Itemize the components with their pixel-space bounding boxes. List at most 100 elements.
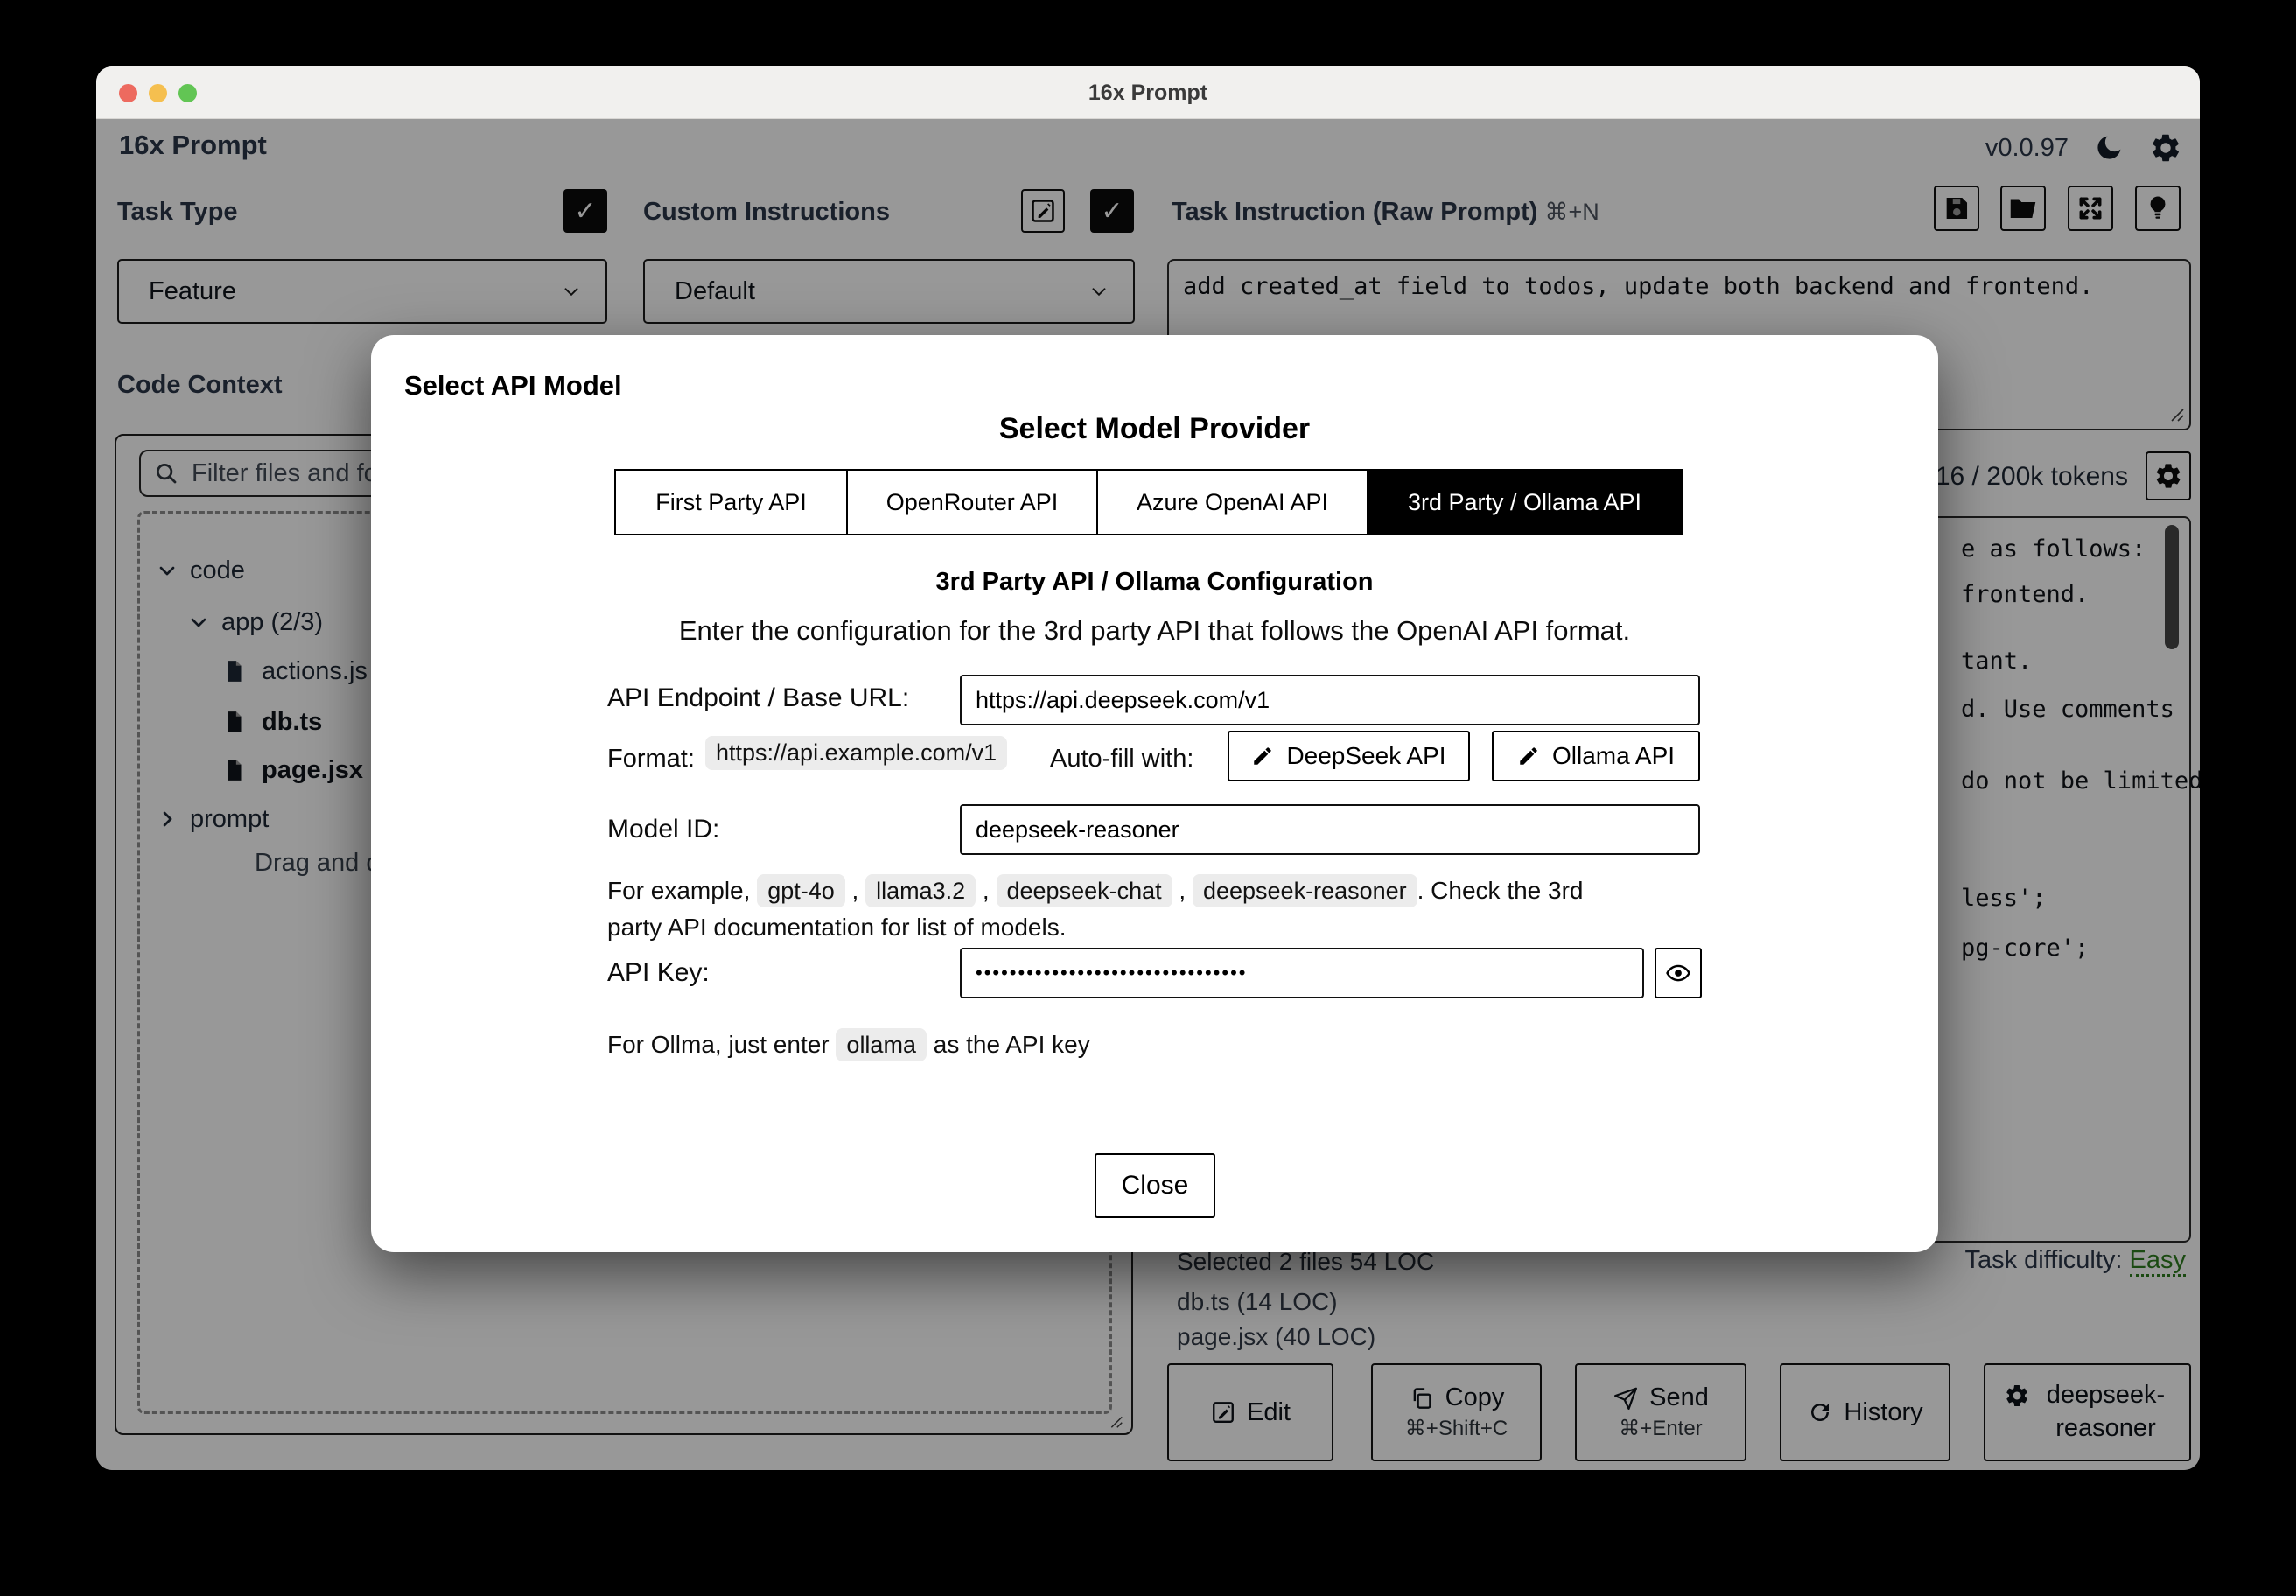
task-instruction-label-text: Task Instruction (Raw Prompt) (1172, 198, 1538, 226)
chevron-right-icon (155, 807, 179, 831)
chevron-down-icon (1088, 280, 1110, 303)
api-key-input[interactable] (960, 948, 1644, 998)
titlebar: 16x Prompt (96, 66, 2200, 119)
autofill-deepseek-label: DeepSeek API (1286, 742, 1446, 769)
preview-line: less'; (1961, 885, 2047, 912)
tree-item-code[interactable]: code (155, 551, 245, 590)
task-instruction-shortcut: ⌘+N (1544, 199, 1600, 225)
autofill-deepseek-button[interactable]: DeepSeek API (1228, 731, 1470, 781)
history-button-label: History (1844, 1397, 1923, 1426)
selection-summary: Selected 2 files 54 LOC db.ts (14 LOC) p… (1177, 1248, 1434, 1351)
custom-instructions-value: Default (675, 276, 755, 305)
tree-item-label: prompt (190, 804, 270, 833)
idea-icon (2143, 193, 2173, 223)
tab-openrouter-api[interactable]: OpenRouter API (848, 471, 1098, 534)
tree-item-page-jsx[interactable]: page.jsx (221, 751, 363, 789)
history-button[interactable]: History (1780, 1363, 1950, 1461)
preview-line: pg-core'; (1961, 934, 2090, 962)
model-example-chip: gpt-4o (757, 874, 845, 907)
custom-instructions-checkbox[interactable]: ✓ (1090, 189, 1134, 233)
edit-icon (1210, 1399, 1236, 1425)
key-hint-prefix: For Ollma, just enter (607, 1031, 830, 1058)
model-example-chip: deepseek-chat (996, 874, 1172, 907)
task-difficulty-value[interactable]: Easy (2129, 1246, 2186, 1277)
check-icon: ✓ (1101, 196, 1124, 226)
window-title: 16x Prompt (1088, 80, 1208, 105)
autofill-ollama-button[interactable]: Ollama API (1492, 731, 1700, 781)
edit-button[interactable]: Edit (1167, 1363, 1334, 1461)
gear-icon (2004, 1382, 2030, 1409)
tree-item-actions-js[interactable]: actions.js (221, 652, 368, 690)
preview-line: frontend. (1961, 581, 2090, 608)
autofill-label: Auto-fill with: (1050, 745, 1194, 773)
search-icon (153, 460, 179, 486)
app-title: 16x Prompt (119, 130, 267, 160)
task-type-select[interactable]: Feature (117, 259, 607, 324)
check-icon: ✓ (574, 196, 597, 226)
config-description: Enter the configuration for the 3rd part… (678, 615, 1631, 646)
format-label: Format: (607, 745, 695, 773)
resize-handle-icon[interactable] (1105, 1410, 1124, 1430)
task-difficulty: Task difficulty: Easy (1964, 1246, 2186, 1277)
toggle-api-key-visibility-button[interactable] (1655, 948, 1702, 998)
tree-item-prompt[interactable]: prompt (155, 800, 269, 838)
api-key-label: API Key: (607, 958, 710, 987)
hint-prefix: For example, (607, 877, 751, 904)
file-icon (221, 658, 248, 684)
send-button-label: Send (1649, 1383, 1709, 1411)
scrollbar-thumb[interactable] (2165, 525, 2179, 649)
preview-line: d. Use comments (1961, 696, 2174, 723)
history-icon (1807, 1399, 1833, 1425)
idea-button[interactable] (2135, 186, 2180, 231)
edit-custom-instructions-button[interactable] (1021, 189, 1065, 233)
moon-icon[interactable] (2093, 132, 2124, 164)
resize-handle-icon[interactable] (2165, 402, 2186, 424)
endpoint-label: API Endpoint / Base URL: (607, 683, 910, 712)
model-id-input[interactable] (960, 804, 1700, 855)
preview-line: tant. (1961, 648, 2033, 675)
gear-icon[interactable] (2149, 131, 2182, 164)
copy-shortcut: ⌘+Shift+C (1404, 1417, 1508, 1440)
edit-button-label: Edit (1247, 1397, 1291, 1426)
autofill-ollama-label: Ollama API (1551, 742, 1676, 769)
open-prompt-button[interactable] (2000, 186, 2046, 231)
copy-button[interactable]: Copy ⌘+Shift+C (1371, 1363, 1542, 1461)
send-shortcut: ⌘+Enter (1619, 1417, 1703, 1440)
pencil-icon (1517, 745, 1540, 767)
tree-item-label: db.ts (262, 707, 323, 736)
chevron-down-icon (155, 558, 179, 583)
send-button[interactable]: Send ⌘+Enter (1575, 1363, 1746, 1461)
preview-line: e as follows: (1961, 536, 2146, 563)
chevron-down-icon (186, 610, 211, 634)
provider-tabs: First Party API OpenRouter API Azure Ope… (614, 469, 1683, 536)
file-icon (221, 757, 248, 783)
eye-icon (1665, 960, 1691, 986)
tab-3rd-party-ollama-api[interactable]: 3rd Party / Ollama API (1368, 471, 1681, 534)
model-example-chip: deepseek-reasoner (1192, 874, 1418, 907)
drag-drop-hint: Drag and d (255, 849, 381, 877)
tab-first-party-api[interactable]: First Party API (616, 471, 848, 534)
send-icon (1613, 1385, 1639, 1411)
model-example-chip: llama3.2 (865, 874, 976, 907)
edit-icon (1029, 197, 1057, 225)
tab-azure-openai-api[interactable]: Azure OpenAI API (1098, 471, 1368, 534)
close-button[interactable]: Close (1095, 1153, 1215, 1218)
model-id-hint: For example, gpt-4o , llama3.2 , deepsee… (607, 872, 1640, 946)
file-icon (221, 709, 248, 735)
tree-item-label: code (190, 556, 245, 584)
save-icon (1942, 193, 1971, 223)
expand-prompt-button[interactable] (2068, 186, 2113, 231)
gear-icon (2153, 461, 2183, 491)
model-selector-button[interactable]: deepseek-reasoner (1984, 1363, 2191, 1461)
selected-file: page.jsx (40 LOC) (1177, 1323, 1376, 1350)
expand-icon (2076, 193, 2105, 223)
save-prompt-button[interactable] (1934, 186, 1979, 231)
task-type-checkbox[interactable]: ✓ (564, 189, 607, 233)
token-settings-button[interactable] (2146, 452, 2191, 500)
copy-icon (1409, 1385, 1435, 1411)
tree-item-app[interactable]: app (2/3) (186, 603, 323, 641)
custom-instructions-select[interactable]: Default (643, 259, 1135, 324)
endpoint-input[interactable] (960, 675, 1700, 725)
key-hint-suffix: as the API key (933, 1031, 1090, 1058)
tree-item-db-ts[interactable]: db.ts (221, 703, 322, 741)
